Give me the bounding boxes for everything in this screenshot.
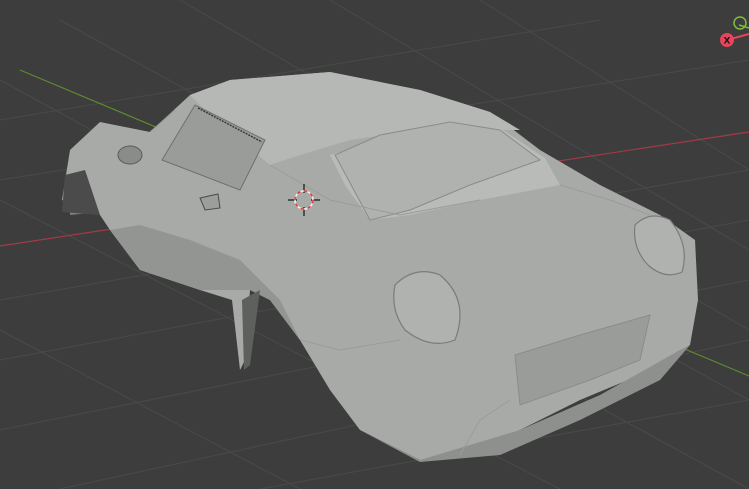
fuel-cap	[117, 145, 143, 165]
3d-viewport[interactable]: X	[0, 0, 749, 489]
gizmo-x-label: X	[724, 37, 731, 47]
